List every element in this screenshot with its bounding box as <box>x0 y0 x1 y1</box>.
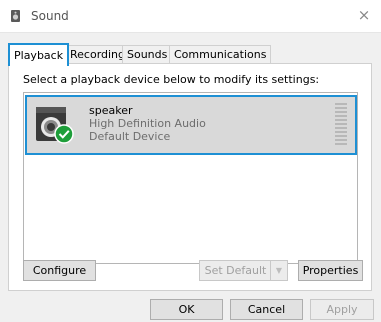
tab-sounds[interactable]: Sounds <box>122 45 173 64</box>
title-bar: Sound × <box>0 0 381 33</box>
ok-button[interactable]: OK <box>150 299 223 320</box>
tab-communications[interactable]: Communications <box>169 45 272 64</box>
properties-button[interactable]: Properties <box>298 260 363 281</box>
cancel-button[interactable]: Cancel <box>230 299 303 320</box>
device-status: Default Device <box>89 130 171 143</box>
default-check-icon <box>54 124 74 144</box>
playback-panel: Select a playback device below to modify… <box>8 63 372 291</box>
window-title: Sound <box>31 9 69 23</box>
set-default-button[interactable]: Set Default ▼ <box>199 260 288 281</box>
device-list[interactable]: speaker High Definition Audio Default De… <box>23 92 358 264</box>
set-default-label: Set Default <box>204 264 267 277</box>
configure-button[interactable]: Configure <box>23 260 96 281</box>
apply-button[interactable]: Apply <box>310 299 374 320</box>
volume-level-meter <box>335 103 347 147</box>
speaker-window-icon <box>11 10 20 22</box>
device-name: speaker <box>89 104 133 117</box>
set-default-dropdown-arrow[interactable]: ▼ <box>270 261 287 280</box>
tab-playback[interactable]: Playback <box>8 43 70 66</box>
speaker-device-icon <box>36 107 74 144</box>
device-item-speaker[interactable]: speaker High Definition Audio Default De… <box>25 95 357 155</box>
tab-recording[interactable]: Recording <box>65 45 131 64</box>
close-button[interactable]: × <box>353 4 375 26</box>
device-driver: High Definition Audio <box>89 117 206 130</box>
instruction-text: Select a playback device below to modify… <box>23 73 320 86</box>
